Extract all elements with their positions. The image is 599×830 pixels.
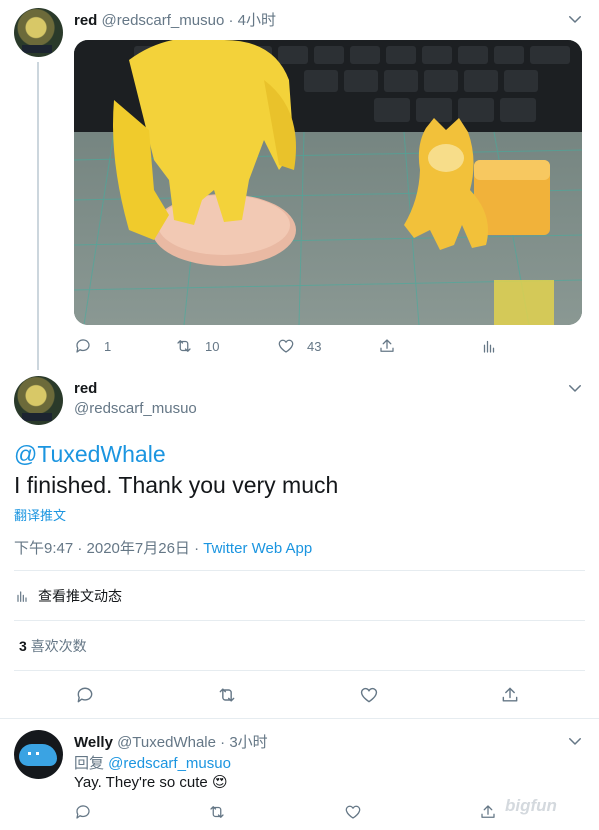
tweet1-header: red @redscarf_musuo · 4小时	[74, 9, 276, 30]
handle[interactable]: @TuxedWhale	[117, 734, 216, 751]
chevron-down-icon[interactable]	[566, 732, 584, 750]
display-name[interactable]: red	[74, 380, 97, 397]
likes-number: 3	[19, 638, 27, 654]
tweet-text: I finished. Thank you very much	[14, 472, 339, 498]
watermark-text: bigfun	[505, 796, 557, 815]
thread-line	[37, 62, 39, 370]
display-name[interactable]: Welly	[74, 734, 113, 751]
heart-icon	[360, 687, 378, 703]
tweet-text: Yay. They're so cute 😍	[74, 773, 228, 791]
view-activity-label: 查看推文动态	[38, 588, 122, 604]
divider	[14, 670, 585, 671]
handle[interactable]: @redscarf_musuo	[74, 400, 197, 417]
analytics-button[interactable]	[480, 337, 498, 355]
dot-separator: ·	[220, 734, 226, 751]
retweet-button[interactable]	[208, 803, 226, 821]
tweet-timestamp[interactable]: 下午9:47 · 2020年7月26日 ·	[14, 540, 203, 557]
share-button[interactable]	[378, 337, 396, 355]
mention-link[interactable]: @TuxedWhale	[14, 441, 166, 468]
tweet-time[interactable]: 3小时	[229, 734, 267, 751]
avatar-welly[interactable]	[14, 730, 63, 779]
retweet-count: 10	[205, 338, 220, 354]
display-name[interactable]: red	[74, 12, 97, 29]
like-button[interactable]: 43	[277, 337, 321, 355]
handle[interactable]: @redscarf_musuo	[102, 12, 225, 29]
divider	[0, 718, 599, 719]
share-icon	[481, 805, 495, 818]
reply-prefix: 回复	[74, 755, 109, 772]
like-button[interactable]	[344, 803, 362, 821]
heart-icon	[345, 805, 361, 819]
chevron-down-icon[interactable]	[566, 379, 584, 397]
tweet-source[interactable]: Twitter Web App	[203, 540, 312, 557]
dot-separator: ·	[228, 12, 234, 29]
translate-link[interactable]: 翻译推文	[14, 505, 66, 524]
reply-count: 1	[104, 338, 112, 354]
avatar-red[interactable]	[14, 376, 63, 425]
divider	[14, 570, 585, 571]
analytics-icon	[17, 591, 27, 602]
share-icon	[502, 687, 518, 702]
view-activity-button[interactable]: 查看推文动态	[14, 586, 122, 606]
share-button[interactable]	[479, 803, 497, 821]
photo-figures	[74, 40, 582, 325]
tweet-body: Yay. They're so cute	[74, 774, 212, 791]
heart-eyes-emoji: 😍	[211, 774, 228, 791]
reply-context: 回复 @redscarf_musuo	[74, 752, 231, 773]
tweet-photo[interactable]	[74, 40, 582, 325]
reply-icon	[77, 687, 93, 703]
avatar-red[interactable]	[14, 8, 63, 57]
retweet-icon	[210, 806, 224, 818]
divider	[14, 620, 585, 621]
analytics-icon	[483, 340, 495, 353]
tweet3-header: Welly @TuxedWhale · 3小时	[74, 731, 268, 752]
retweet-button[interactable]	[217, 685, 237, 705]
reply-to-link[interactable]: @redscarf_musuo	[108, 755, 231, 772]
retweet-button[interactable]: 10	[175, 337, 219, 355]
chevron-down-icon[interactable]	[566, 10, 584, 28]
likes-stat[interactable]: 3 喜欢次数	[19, 636, 87, 656]
like-count: 43	[307, 338, 322, 354]
tweet-time[interactable]: 4小时	[238, 12, 276, 29]
tweet-meta: 下午9:47 · 2020年7月26日 · Twitter Web App	[14, 537, 312, 558]
share-button[interactable]	[500, 685, 520, 705]
reply-button[interactable]	[74, 803, 92, 821]
retweet-icon	[219, 688, 235, 702]
watermark: bigfun	[505, 796, 557, 816]
like-button[interactable]	[359, 685, 379, 705]
likes-label: 喜欢次数	[30, 638, 87, 654]
share-icon	[380, 339, 394, 352]
reply-icon	[76, 805, 90, 819]
reply-button[interactable]	[75, 685, 95, 705]
reply-button[interactable]: 1	[74, 337, 111, 355]
